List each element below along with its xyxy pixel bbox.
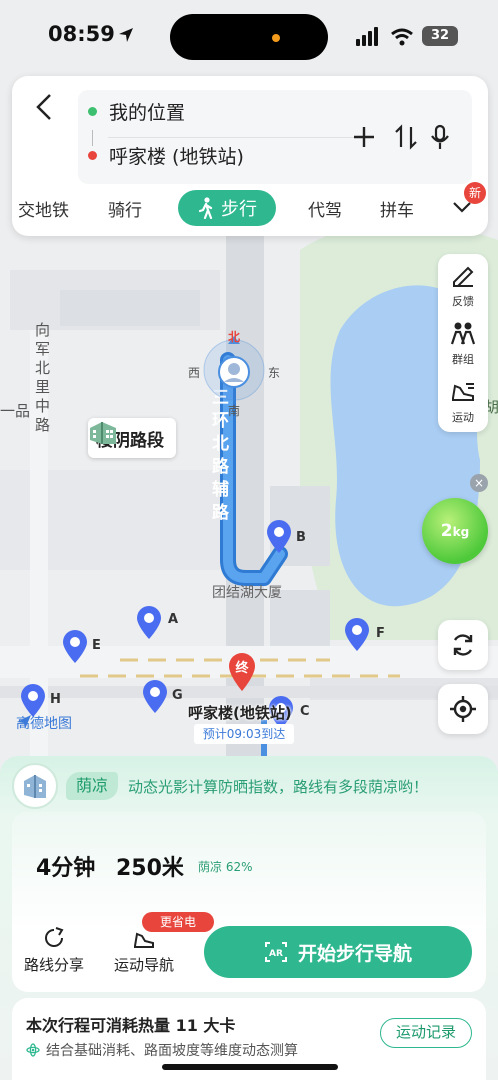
pin-e-icon[interactable] bbox=[62, 630, 88, 664]
building-shade-icon bbox=[24, 775, 46, 798]
destination-name: 呼家楼(地铁站) bbox=[188, 704, 292, 722]
shade-banner[interactable]: 荫凉 动态光影计算防晒指数，路线有多段荫凉哟！ bbox=[12, 762, 428, 810]
building-icon bbox=[90, 422, 116, 444]
destination-pin[interactable]: 终 bbox=[228, 652, 256, 692]
swap-icon[interactable] bbox=[392, 123, 420, 151]
add-waypoint-icon[interactable] bbox=[350, 123, 378, 151]
tab-subway[interactable]: 交地铁 bbox=[18, 196, 69, 221]
calorie-badge[interactable]: 2kg bbox=[422, 498, 488, 564]
calorie-title: 本次行程可消耗热量 11 大卡 bbox=[26, 1016, 236, 1035]
calorie-subtitle: 结合基础消耗、路面坡度等维度动态测算 bbox=[26, 1040, 298, 1060]
pin-f-label: F bbox=[376, 626, 385, 641]
dynamic-island bbox=[170, 14, 328, 60]
sport-navigation-button[interactable]: 运动导航 bbox=[114, 926, 174, 975]
pin-b-icon[interactable] bbox=[266, 520, 292, 554]
home-indicator bbox=[162, 1064, 338, 1070]
shade-tag: 荫凉 bbox=[66, 772, 119, 800]
shade-description: 动态光影计算防晒指数，路线有多段荫凉哟！ bbox=[128, 777, 429, 796]
atom-icon bbox=[26, 1043, 40, 1057]
route-summary-panel: 4分钟 250米 荫凉 62% 路线分享 运动导航 更省电 AR 开始步行导航 bbox=[12, 812, 486, 992]
compass-south: 南 bbox=[228, 404, 241, 418]
route-search-card: 我的位置 呼家楼 (地铁站) 交地铁 骑行 步行 代驾 拼车 新 bbox=[12, 76, 488, 236]
pencil-icon bbox=[453, 266, 474, 287]
tab-walk-label: 步行 bbox=[221, 199, 257, 220]
back-icon[interactable] bbox=[32, 92, 56, 122]
refresh-button[interactable] bbox=[438, 620, 488, 670]
gaode-logo-icon bbox=[17, 715, 31, 729]
destination-marker: 终 bbox=[235, 661, 249, 676]
pin-h-label: H bbox=[50, 692, 61, 707]
map-tool-panel: 反馈 群组 运动 bbox=[438, 254, 488, 432]
tab-bike[interactable]: 骑行 bbox=[108, 196, 142, 221]
origin-text: 我的位置 bbox=[109, 101, 186, 124]
destination-field[interactable]: 呼家楼 (地铁站) bbox=[88, 140, 244, 170]
new-badge: 新 bbox=[464, 182, 486, 204]
compass[interactable]: 北 南 东 西 bbox=[188, 330, 280, 418]
pin-a-label: A bbox=[168, 612, 179, 627]
tab-carpool[interactable]: 拼车 bbox=[380, 196, 414, 221]
origin-dot-icon bbox=[88, 106, 97, 116]
share-route-button[interactable]: 路线分享 bbox=[24, 926, 84, 975]
eta-label: 预计09:03到达 bbox=[194, 724, 294, 744]
power-saving-badge: 更省电 bbox=[142, 912, 214, 932]
pin-a-icon[interactable] bbox=[136, 606, 162, 640]
feedback-button[interactable]: 反馈 bbox=[438, 254, 488, 310]
building-label: 团结湖大厦 bbox=[212, 585, 282, 601]
sport-button[interactable]: 运动 bbox=[438, 370, 488, 426]
pin-f-icon[interactable] bbox=[344, 618, 370, 652]
route-inputs: 我的位置 呼家楼 (地铁站) bbox=[78, 90, 472, 184]
group-icon bbox=[450, 322, 476, 345]
route-distance: 250米 bbox=[116, 856, 184, 881]
street-label-2: 一品 bbox=[0, 402, 31, 420]
travel-mode-tabs: 交地铁 骑行 步行 代驾 拼车 新 bbox=[12, 182, 488, 228]
tab-designated-driver[interactable]: 代驾 bbox=[308, 196, 342, 221]
refresh-icon bbox=[453, 634, 473, 656]
location-arrow-icon bbox=[119, 28, 133, 42]
pin-b-label: B bbox=[296, 530, 306, 545]
close-icon[interactable]: × bbox=[470, 474, 488, 492]
pin-c-label: C bbox=[300, 704, 310, 719]
pin-g-label: G bbox=[172, 688, 183, 703]
tab-walk[interactable]: 步行 bbox=[178, 190, 276, 226]
map-logo: 高德地图 bbox=[16, 715, 72, 732]
street-label: 向军北里中路 bbox=[33, 322, 51, 436]
compass-east: 东 bbox=[268, 366, 281, 380]
shade-avatar bbox=[12, 763, 58, 809]
microphone-icon[interactable] bbox=[426, 123, 454, 151]
route-detail-sheet: 荫凉 动态光影计算防晒指数，路线有多段荫凉哟！ 4分钟 250米 荫凉 62% … bbox=[0, 756, 498, 1080]
sport-record-button[interactable]: 运动记录 bbox=[380, 1018, 472, 1048]
walk-icon bbox=[198, 197, 213, 219]
clock: 08:59 bbox=[48, 22, 115, 46]
destination-text: 呼家楼 (地铁站) bbox=[109, 145, 244, 168]
route-duration: 4分钟 bbox=[36, 856, 96, 881]
destination-dot-icon bbox=[88, 150, 97, 160]
svg-text:AR: AR bbox=[269, 949, 283, 959]
locate-icon bbox=[450, 696, 476, 722]
pin-g-icon[interactable] bbox=[142, 680, 168, 714]
origin-field[interactable]: 我的位置 bbox=[88, 96, 185, 126]
sneaker-icon bbox=[452, 383, 474, 401]
shade-percentage: 荫凉 62% bbox=[198, 860, 253, 874]
group-button[interactable]: 群组 bbox=[438, 312, 488, 368]
ar-icon: AR bbox=[264, 942, 287, 962]
share-icon bbox=[45, 927, 64, 947]
locate-button[interactable] bbox=[438, 684, 488, 734]
start-navigation-button[interactable]: AR 开始步行导航 bbox=[204, 926, 472, 978]
status-bar: 08:59 32 bbox=[0, 0, 498, 72]
landmark-callout[interactable]: 楼阴路段 bbox=[88, 418, 176, 458]
battery-indicator: 32 bbox=[422, 26, 458, 46]
compass-west: 西 bbox=[188, 366, 201, 380]
compass-north: 北 bbox=[228, 330, 241, 344]
pin-e-label: E bbox=[92, 638, 101, 653]
